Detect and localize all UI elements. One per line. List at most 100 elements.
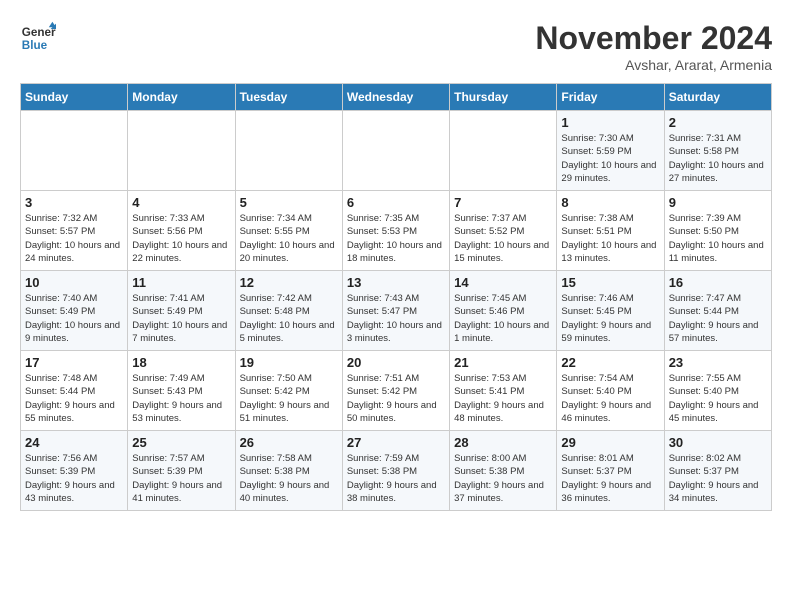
calendar-table: SundayMondayTuesdayWednesdayThursdayFrid… bbox=[20, 83, 772, 511]
day-number: 2 bbox=[669, 115, 767, 130]
day-number: 1 bbox=[561, 115, 659, 130]
day-info: Sunrise: 7:31 AM Sunset: 5:58 PM Dayligh… bbox=[669, 132, 767, 185]
week-row-1: 1 Sunrise: 7:30 AM Sunset: 5:59 PM Daylig… bbox=[21, 111, 772, 191]
logo: General Blue bbox=[20, 20, 56, 56]
day-number: 5 bbox=[240, 195, 338, 210]
calendar-cell: 7 Sunrise: 7:37 AM Sunset: 5:52 PM Daylig… bbox=[450, 191, 557, 271]
weekday-header-tuesday: Tuesday bbox=[235, 84, 342, 111]
weekday-header-saturday: Saturday bbox=[664, 84, 771, 111]
calendar-cell: 18 Sunrise: 7:49 AM Sunset: 5:43 PM Dayli… bbox=[128, 351, 235, 431]
day-info: Sunrise: 7:34 AM Sunset: 5:55 PM Dayligh… bbox=[240, 212, 338, 265]
calendar-cell: 27Sunrise: 7:59 AM Sunset: 5:38 PM Dayli… bbox=[342, 431, 449, 511]
day-info: Sunrise: 7:59 AM Sunset: 5:38 PM Dayligh… bbox=[347, 452, 445, 505]
calendar-cell bbox=[450, 111, 557, 191]
day-number: 28 bbox=[454, 435, 552, 450]
day-number: 8 bbox=[561, 195, 659, 210]
day-number: 18 bbox=[132, 355, 230, 370]
day-number: 20 bbox=[347, 355, 445, 370]
calendar-cell: 20 Sunrise: 7:51 AM Sunset: 5:42 PM Dayli… bbox=[342, 351, 449, 431]
day-info: Sunrise: 7:49 AM Sunset: 5:43 PM Dayligh… bbox=[132, 372, 230, 425]
calendar-cell: 2 Sunrise: 7:31 AM Sunset: 5:58 PM Daylig… bbox=[664, 111, 771, 191]
calendar-cell: 13 Sunrise: 7:43 AM Sunset: 5:47 PM Dayli… bbox=[342, 271, 449, 351]
month-title: November 2024 bbox=[535, 20, 772, 57]
calendar-cell: 17Sunrise: 7:48 AM Sunset: 5:44 PM Dayli… bbox=[21, 351, 128, 431]
week-row-3: 10 Sunrise: 7:40 AM Sunset: 5:49 PM Dayli… bbox=[21, 271, 772, 351]
day-info: Sunrise: 7:53 AM Sunset: 5:41 PM Dayligh… bbox=[454, 372, 552, 425]
calendar-cell: 8 Sunrise: 7:38 AM Sunset: 5:51 PM Daylig… bbox=[557, 191, 664, 271]
day-info: Sunrise: 7:43 AM Sunset: 5:47 PM Dayligh… bbox=[347, 292, 445, 345]
day-number: 7 bbox=[454, 195, 552, 210]
calendar-cell bbox=[21, 111, 128, 191]
calendar-cell: 6 Sunrise: 7:35 AM Sunset: 5:53 PM Daylig… bbox=[342, 191, 449, 271]
svg-text:General: General bbox=[22, 26, 56, 39]
day-info: Sunrise: 7:32 AM Sunset: 5:57 PM Dayligh… bbox=[25, 212, 123, 265]
day-number: 19 bbox=[240, 355, 338, 370]
day-info: Sunrise: 7:58 AM Sunset: 5:38 PM Dayligh… bbox=[240, 452, 338, 505]
day-number: 11 bbox=[132, 275, 230, 290]
day-info: Sunrise: 7:57 AM Sunset: 5:39 PM Dayligh… bbox=[132, 452, 230, 505]
calendar-cell: 16 Sunrise: 7:47 AM Sunset: 5:44 PM Dayli… bbox=[664, 271, 771, 351]
day-info: Sunrise: 7:55 AM Sunset: 5:40 PM Dayligh… bbox=[669, 372, 767, 425]
day-number: 3 bbox=[25, 195, 123, 210]
weekday-header-friday: Friday bbox=[557, 84, 664, 111]
weekday-header-monday: Monday bbox=[128, 84, 235, 111]
calendar-cell: 25 Sunrise: 7:57 AM Sunset: 5:39 PM Dayli… bbox=[128, 431, 235, 511]
calendar-cell bbox=[235, 111, 342, 191]
day-info: Sunrise: 7:45 AM Sunset: 5:46 PM Dayligh… bbox=[454, 292, 552, 345]
location: Avshar, Ararat, Armenia bbox=[535, 57, 772, 73]
day-info: Sunrise: 7:38 AM Sunset: 5:51 PM Dayligh… bbox=[561, 212, 659, 265]
page-header: General Blue November 2024 Avshar, Arara… bbox=[20, 20, 772, 73]
day-number: 14 bbox=[454, 275, 552, 290]
calendar-cell: 12 Sunrise: 7:42 AM Sunset: 5:48 PM Dayli… bbox=[235, 271, 342, 351]
calendar-cell: 28 Sunrise: 8:00 AM Sunset: 5:38 PM Dayli… bbox=[450, 431, 557, 511]
day-info: Sunrise: 7:30 AM Sunset: 5:59 PM Dayligh… bbox=[561, 132, 659, 185]
day-number: 17 bbox=[25, 355, 123, 370]
day-number: 25 bbox=[132, 435, 230, 450]
day-info: Sunrise: 7:56 AM Sunset: 5:39 PM Dayligh… bbox=[25, 452, 123, 505]
day-info: Sunrise: 7:37 AM Sunset: 5:52 PM Dayligh… bbox=[454, 212, 552, 265]
day-number: 22 bbox=[561, 355, 659, 370]
day-info: Sunrise: 7:35 AM Sunset: 5:53 PM Dayligh… bbox=[347, 212, 445, 265]
calendar-cell: 14 Sunrise: 7:45 AM Sunset: 5:46 PM Dayli… bbox=[450, 271, 557, 351]
day-number: 29 bbox=[561, 435, 659, 450]
day-info: Sunrise: 7:46 AM Sunset: 5:45 PM Dayligh… bbox=[561, 292, 659, 345]
day-number: 12 bbox=[240, 275, 338, 290]
day-info: Sunrise: 8:00 AM Sunset: 5:38 PM Dayligh… bbox=[454, 452, 552, 505]
day-number: 23 bbox=[669, 355, 767, 370]
calendar-cell: 21 Sunrise: 7:53 AM Sunset: 5:41 PM Dayli… bbox=[450, 351, 557, 431]
day-number: 15 bbox=[561, 275, 659, 290]
day-info: Sunrise: 7:50 AM Sunset: 5:42 PM Dayligh… bbox=[240, 372, 338, 425]
day-number: 16 bbox=[669, 275, 767, 290]
day-info: Sunrise: 8:01 AM Sunset: 5:37 PM Dayligh… bbox=[561, 452, 659, 505]
day-number: 30 bbox=[669, 435, 767, 450]
calendar-cell: 3 Sunrise: 7:32 AM Sunset: 5:57 PM Daylig… bbox=[21, 191, 128, 271]
week-row-4: 17Sunrise: 7:48 AM Sunset: 5:44 PM Dayli… bbox=[21, 351, 772, 431]
calendar-cell: 29 Sunrise: 8:01 AM Sunset: 5:37 PM Dayli… bbox=[557, 431, 664, 511]
weekday-header-row: SundayMondayTuesdayWednesdayThursdayFrid… bbox=[21, 84, 772, 111]
weekday-header-thursday: Thursday bbox=[450, 84, 557, 111]
day-number: 10 bbox=[25, 275, 123, 290]
day-number: 6 bbox=[347, 195, 445, 210]
day-info: Sunrise: 7:47 AM Sunset: 5:44 PM Dayligh… bbox=[669, 292, 767, 345]
day-info: Sunrise: 8:02 AM Sunset: 5:37 PM Dayligh… bbox=[669, 452, 767, 505]
calendar-cell: 23 Sunrise: 7:55 AM Sunset: 5:40 PM Dayli… bbox=[664, 351, 771, 431]
day-number: 4 bbox=[132, 195, 230, 210]
day-number: 21 bbox=[454, 355, 552, 370]
calendar-cell: 26 Sunrise: 7:58 AM Sunset: 5:38 PM Dayli… bbox=[235, 431, 342, 511]
day-info: Sunrise: 7:40 AM Sunset: 5:49 PM Dayligh… bbox=[25, 292, 123, 345]
day-number: 9 bbox=[669, 195, 767, 210]
day-info: Sunrise: 7:54 AM Sunset: 5:40 PM Dayligh… bbox=[561, 372, 659, 425]
calendar-cell bbox=[128, 111, 235, 191]
day-info: Sunrise: 7:33 AM Sunset: 5:56 PM Dayligh… bbox=[132, 212, 230, 265]
calendar-cell: 22 Sunrise: 7:54 AM Sunset: 5:40 PM Dayli… bbox=[557, 351, 664, 431]
day-info: Sunrise: 7:42 AM Sunset: 5:48 PM Dayligh… bbox=[240, 292, 338, 345]
calendar-cell: 10 Sunrise: 7:40 AM Sunset: 5:49 PM Dayli… bbox=[21, 271, 128, 351]
title-block: November 2024 Avshar, Ararat, Armenia bbox=[535, 20, 772, 73]
day-number: 13 bbox=[347, 275, 445, 290]
calendar-cell: 11Sunrise: 7:41 AM Sunset: 5:49 PM Dayli… bbox=[128, 271, 235, 351]
calendar-cell: 15 Sunrise: 7:46 AM Sunset: 5:45 PM Dayli… bbox=[557, 271, 664, 351]
day-info: Sunrise: 7:51 AM Sunset: 5:42 PM Dayligh… bbox=[347, 372, 445, 425]
svg-text:Blue: Blue bbox=[22, 39, 48, 52]
day-number: 26 bbox=[240, 435, 338, 450]
day-number: 24 bbox=[25, 435, 123, 450]
